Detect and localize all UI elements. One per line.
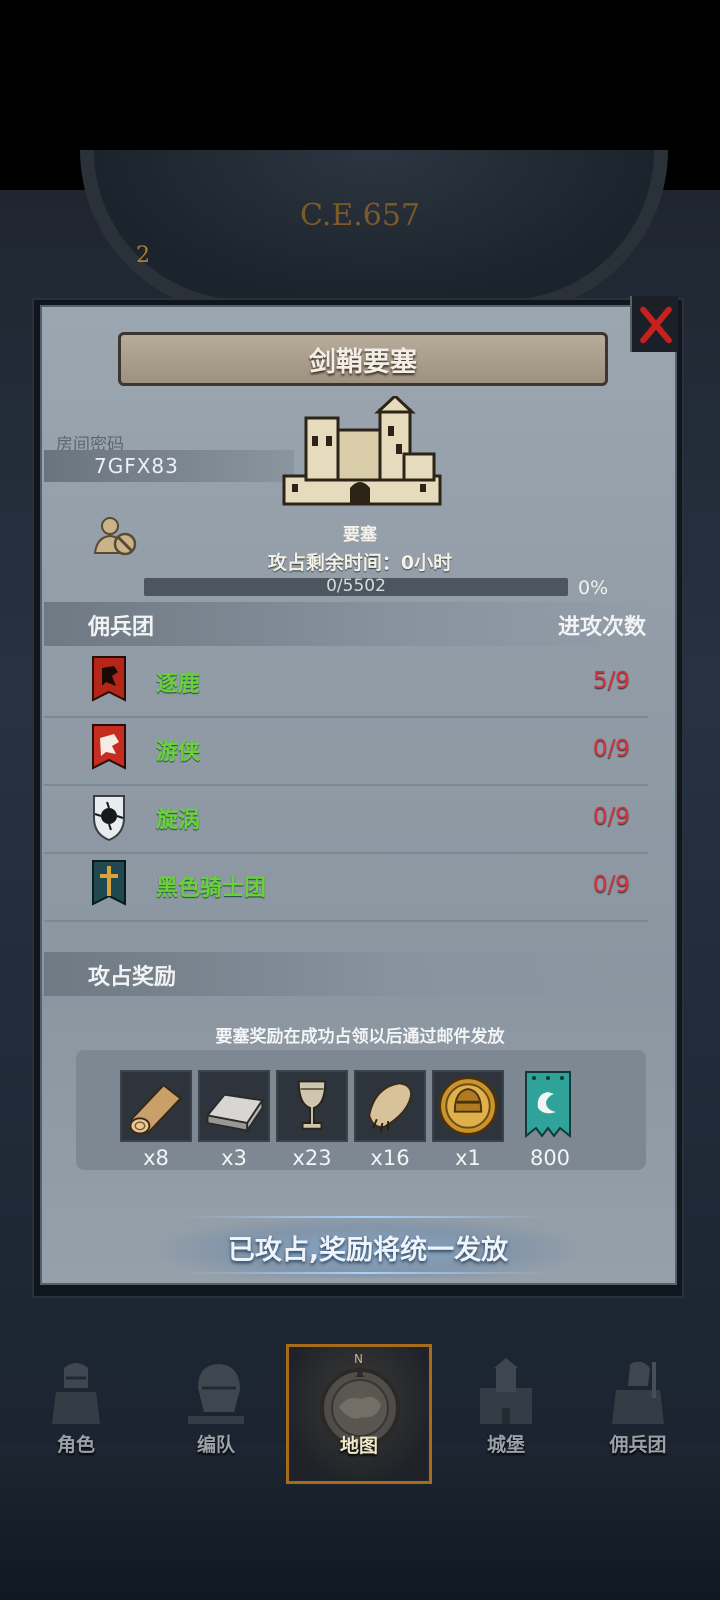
mercenary-row[interactable]: 逐鹿 5/9 [44,648,648,718]
compass-north-label: N [354,1352,363,1366]
reward-item[interactable] [120,1070,192,1142]
reward-qty: 800 [529,1146,571,1170]
fortress-title: 剑鞘要塞 [118,332,608,386]
capture-progress-bar: 0/5502 [144,576,568,596]
claim-status-button[interactable]: 已攻占,奖励将统一发放 [150,1216,586,1278]
reward-item[interactable] [432,1070,504,1142]
era-side-number: 2 [136,243,150,268]
nav-tab-label: 地图 [339,1435,378,1457]
formation-helmet-icon [188,1364,244,1424]
reward-qty: x3 [221,1146,247,1170]
reward-qty: x16 [370,1146,410,1170]
black-knight-banner-icon [92,860,126,906]
nav-tab-formation[interactable]: 编队 [146,1340,286,1480]
fortress-type-label: 要塞 [343,525,377,545]
reward-qty: x23 [292,1146,332,1170]
remaining-time: 攻占剩余时间：0小时 [267,552,453,574]
attack-count: 0/9 [592,736,630,762]
reward-qty: x8 [143,1146,169,1170]
era-label: C.E.657 [299,198,421,233]
fortress-castle-icon [282,396,442,506]
reward-note: 要塞奖励在成功占领以后通过邮件发放 [215,1027,505,1047]
wood-log-icon [122,1072,190,1140]
attack-count-header: 进攻次数 [557,615,646,640]
nav-tab-label: 角色 [56,1434,95,1456]
mercenary-name: 游侠 [156,740,201,765]
attack-count: 5/9 [592,668,630,694]
nav-tab-label: 城堡 [486,1434,525,1456]
reward-item[interactable] [354,1070,426,1142]
nav-tab-character[interactable]: 角色 [6,1340,146,1480]
goblet-icon [278,1072,346,1140]
nav-tab-castle[interactable]: 城堡 [436,1340,576,1480]
close-button[interactable] [630,296,678,352]
attack-count: 0/9 [592,804,630,830]
mercenary-knight-icon [612,1361,664,1424]
white-wolf-banner-icon [92,724,126,770]
nav-tab-label: 佣兵团 [609,1434,667,1456]
iron-ingot-icon [200,1072,268,1140]
attack-count: 0/9 [592,872,630,898]
knight-character-icon [52,1363,100,1424]
reward-item[interactable] [276,1070,348,1142]
castle-tower-icon [480,1358,532,1424]
mercenary-row[interactable]: 游侠 0/9 [44,716,648,786]
vortex-shield-icon [93,795,125,842]
red-stag-banner-icon [92,656,126,702]
reward-item[interactable] [198,1070,270,1142]
mercenary-name: 黑色骑士团 [156,876,267,901]
capture-progress-text: 0/5502 [326,576,386,596]
knight-helmet-coin-icon [434,1072,502,1140]
reward-qty: x1 [455,1146,481,1170]
nav-tab-mercenary[interactable]: 佣兵团 [568,1340,708,1480]
capture-progress-percent: 0% [578,577,609,599]
reward-item[interactable] [516,1070,580,1142]
claim-button-glow-bottom [180,1272,550,1274]
fur-pelt-icon [356,1072,424,1140]
mercenary-name: 旋涡 [156,808,201,833]
mercenary-section-title: 佣兵团 [88,615,155,640]
mercenary-name: 逐鹿 [156,672,201,697]
nav-tab-label: 编队 [196,1434,235,1456]
reward-section-title: 攻占奖励 [88,965,177,990]
room-password-code[interactable]: 7GFX83 [44,450,294,482]
mercenary-row[interactable]: 旋涡 0/9 [44,784,648,854]
guild-banner-icon [525,1071,571,1139]
mercenary-row[interactable]: 黑色骑士团 0/9 [44,852,648,922]
